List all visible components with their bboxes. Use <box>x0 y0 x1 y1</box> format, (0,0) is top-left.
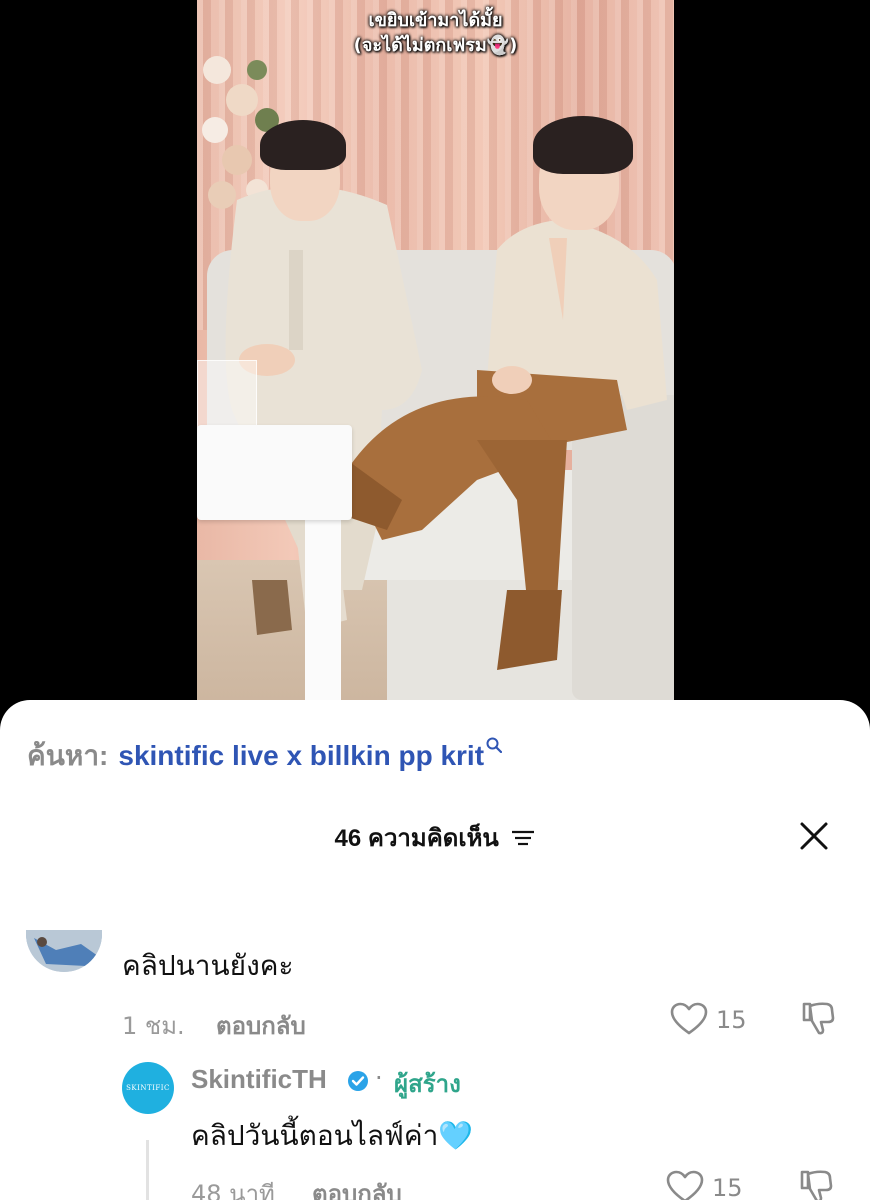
acrylic-box <box>197 360 257 435</box>
comments-sheet: ค้นหา: skintific live x billkin pp krit … <box>0 700 870 1200</box>
search-icon[interactable] <box>486 737 503 753</box>
comment-time: 1 ชม. <box>122 1012 185 1040</box>
comment-count: 46 ความคิดเห็น <box>334 825 499 852</box>
heart-icon[interactable] <box>666 1170 704 1200</box>
person-left-hair <box>260 120 346 170</box>
caption-line-2: (จะได้ไม่ตกเฟรม👻) <box>353 35 518 56</box>
avatar[interactable]: SKINTIFIC <box>122 1062 174 1114</box>
creator-badge: ผู้สร้าง <box>394 1070 461 1098</box>
username[interactable]: SkintificTH <box>191 1064 327 1095</box>
like-count: 15 <box>716 1006 747 1034</box>
dislike-icon[interactable] <box>800 1000 836 1036</box>
person-right-hair <box>533 116 633 174</box>
search-query-link[interactable]: skintific live x billkin pp krit <box>118 740 484 772</box>
person-right <box>327 220 667 670</box>
search-label: ค้นหา: <box>27 740 109 771</box>
like-count: 15 <box>712 1174 743 1200</box>
avatar[interactable] <box>26 930 102 972</box>
video-frame[interactable]: เขยิบเข้ามาได้มั้ย (จะได้ไม่ตกเฟรม👻) <box>197 0 674 720</box>
table-leg <box>305 505 341 705</box>
avatar-image <box>26 930 102 972</box>
heart-icon[interactable] <box>670 1002 708 1036</box>
comments-header: 46 ความคิดเห็น <box>0 818 870 857</box>
coffee-table <box>197 425 352 520</box>
reply-button[interactable]: ตอบกลับ <box>312 1174 402 1200</box>
close-icon[interactable] <box>798 820 830 852</box>
verified-badge-icon <box>348 1071 368 1091</box>
reply-button[interactable]: ตอบกลับ <box>216 1006 306 1045</box>
separator-dot: · <box>375 1064 383 1092</box>
video-caption: เขยิบเข้ามาได้มั้ย (จะได้ไม่ตกเฟรม👻) <box>197 8 674 58</box>
brand-logo-text: SKINTIFIC <box>126 1084 170 1092</box>
video-player[interactable]: เขยิบเข้ามาได้มั้ย (จะได้ไม่ตกเฟรม👻) <box>0 0 870 720</box>
sort-icon[interactable] <box>511 829 535 847</box>
comment-text: คลิปนานยังคะ <box>122 949 294 982</box>
thread-line <box>146 1140 149 1200</box>
search-suggestion[interactable]: ค้นหา: skintific live x billkin pp krit <box>27 734 503 778</box>
comment-text: คลิปวันนี้ตอนไลฟ์ค่า🩵 <box>191 1119 474 1152</box>
comment-time: 48 นาที <box>191 1180 275 1200</box>
dislike-icon[interactable] <box>798 1168 834 1200</box>
caption-line-1: เขยิบเข้ามาได้มั้ย <box>368 10 503 31</box>
